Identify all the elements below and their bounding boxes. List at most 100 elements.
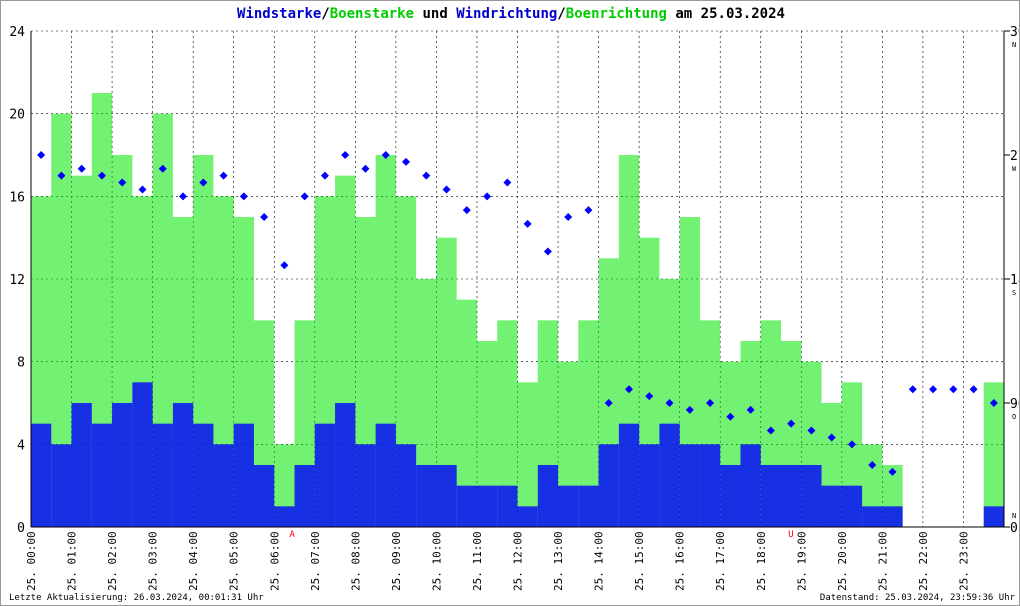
direction-point xyxy=(949,385,958,394)
x-tick-label: 25. 18:00 xyxy=(755,531,768,591)
wind-bar xyxy=(274,506,295,527)
x-tick-label: 25. 19:00 xyxy=(795,531,808,591)
direction-point xyxy=(138,185,147,194)
wind-bar xyxy=(862,506,883,527)
data-timestamp: Datenstand: 25.03.2024, 23:59:36 Uhr xyxy=(819,593,1015,603)
sun-marker: A xyxy=(289,530,295,540)
wind-bar xyxy=(456,485,477,527)
direction-point xyxy=(320,171,329,180)
direction-point xyxy=(300,192,309,201)
sun-marker: U xyxy=(788,530,793,540)
direction-point xyxy=(969,385,978,394)
wind-bar xyxy=(821,485,842,527)
wind-chart: Windstarke/Boenstarke und Windrichtung/B… xyxy=(0,0,1020,606)
wind-bar xyxy=(598,444,619,527)
direction-point xyxy=(503,178,512,187)
y-tick-label: 0 xyxy=(17,521,25,536)
gust-bar xyxy=(517,382,538,527)
wind-bar xyxy=(314,423,336,527)
y-tick-label: 24 xyxy=(9,25,25,40)
wind-bar xyxy=(983,506,1004,527)
compass-label: W xyxy=(1012,165,1017,173)
wind-bar xyxy=(639,444,660,527)
wind-bar xyxy=(172,403,194,527)
wind-bar xyxy=(720,465,741,527)
compass-label: N xyxy=(1012,41,1016,49)
wind-bar xyxy=(618,423,640,527)
wind-bar xyxy=(476,485,498,527)
direction-point xyxy=(361,164,370,173)
x-tick-label: 25. 23:00 xyxy=(957,531,970,591)
wind-bar xyxy=(558,485,579,527)
y2-tick-label: 270 xyxy=(1010,149,1020,164)
direction-point xyxy=(260,213,269,221)
wind-bar xyxy=(740,444,761,527)
x-tick-label: 25. 21:00 xyxy=(876,531,889,591)
wind-bar xyxy=(679,444,700,527)
direction-point xyxy=(543,247,552,256)
wind-bar xyxy=(517,506,538,527)
wind-bar xyxy=(841,485,863,527)
x-tick-label: 25. 09:00 xyxy=(390,531,403,591)
x-tick-label: 25. 04:00 xyxy=(187,531,200,591)
x-tick-label: 25. 13:00 xyxy=(552,531,565,591)
direction-point xyxy=(422,171,431,180)
y-tick-label: 8 xyxy=(17,356,25,371)
compass-label: O xyxy=(1012,413,1016,421)
direction-point xyxy=(239,192,248,201)
direction-point xyxy=(77,164,86,173)
wind-bar xyxy=(51,444,72,527)
y-tick-label: 16 xyxy=(9,190,25,205)
direction-point xyxy=(341,151,350,159)
y2-tick-label: 360 xyxy=(1010,25,1020,40)
y2-tick-label: 90 xyxy=(1010,397,1020,412)
plot-area: 0 4 8 12 16 20 24 25. 00:00 25. 01:00 25. 02:00 25… xyxy=(9,25,1020,591)
wind-bar xyxy=(152,423,173,527)
wind-bar xyxy=(578,485,599,527)
wind-bar xyxy=(395,444,417,527)
wind-bar xyxy=(193,423,214,527)
direction-point xyxy=(402,157,411,166)
y2-tick-label: 180 xyxy=(1010,273,1020,288)
wind-bar xyxy=(71,403,92,527)
wind-bar xyxy=(882,506,903,527)
direction-point xyxy=(179,192,188,201)
x-tick-label: 25. 08:00 xyxy=(349,531,362,591)
direction-point xyxy=(584,206,593,215)
y-tick-label: 4 xyxy=(17,438,25,453)
wind-bar xyxy=(91,423,113,527)
y-tick-label: 12 xyxy=(9,273,25,288)
wind-bar xyxy=(294,465,315,527)
wind-bar xyxy=(112,403,133,527)
x-tick-label: 25. 03:00 xyxy=(147,531,160,591)
x-tick-label: 25. 15:00 xyxy=(633,531,646,591)
x-tick-label: 25. 00:00 xyxy=(25,531,38,591)
direction-point xyxy=(280,261,289,270)
wind-bar xyxy=(497,485,518,527)
x-tick-label: 25. 16:00 xyxy=(674,531,687,591)
last-update: Letzte Aktualisierung: 26.03.2024, 00:01… xyxy=(9,593,264,603)
wind-bar xyxy=(233,423,254,527)
wind-bar xyxy=(132,382,153,527)
direction-point xyxy=(462,206,471,215)
x-tick-label: 25. 02:00 xyxy=(106,531,119,591)
direction-point xyxy=(219,171,228,180)
direction-point xyxy=(564,213,573,221)
x-tick-label: 25. 12:00 xyxy=(512,531,525,591)
x-tick-label: 25. 10:00 xyxy=(430,531,443,591)
x-tick-label: 25. 20:00 xyxy=(836,531,849,591)
wind-bar xyxy=(659,423,680,527)
direction-point xyxy=(37,151,46,159)
wind-bar xyxy=(253,465,275,527)
x-tick-label: 25. 14:00 xyxy=(593,531,606,591)
compass-label: N xyxy=(1012,512,1016,520)
wind-bar xyxy=(355,444,376,527)
direction-point xyxy=(442,185,451,194)
direction-point xyxy=(523,219,532,228)
x-tick-label: 25. 11:00 xyxy=(471,531,484,591)
wind-bar xyxy=(801,465,822,527)
wind-bar xyxy=(699,444,721,527)
x-tick-label: 25. 01:00 xyxy=(66,531,79,591)
x-tick-label: 25. 07:00 xyxy=(309,531,322,591)
wind-bar xyxy=(213,444,234,527)
